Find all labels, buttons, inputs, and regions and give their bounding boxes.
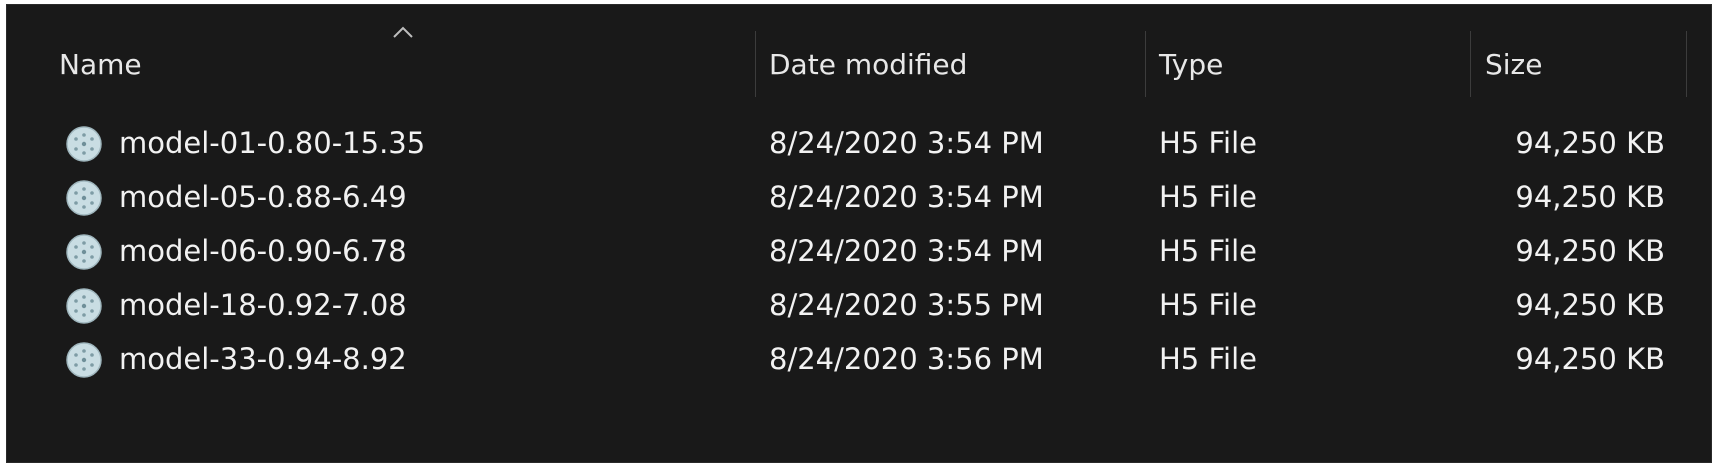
file-type: H5 File [1159,126,1258,160]
h5-file-icon [66,234,102,270]
h5-file-icon [66,288,102,324]
h5-file-icon [66,342,102,378]
file-type: H5 File [1159,342,1258,376]
column-header-date-modified[interactable]: Date modified [769,37,967,97]
column-divider[interactable] [1686,31,1687,97]
file-list-view: Name Date modified Type Size model-01-0.… [6,4,1712,463]
file-row[interactable]: model-33-0.94-8.92 8/24/2020 3:56 PM H5 … [7,331,1711,387]
column-divider[interactable] [1145,31,1146,97]
file-type: H5 File [1159,234,1258,268]
file-size: 94,250 KB [1515,126,1665,160]
h5-file-icon [66,180,102,216]
file-date-modified: 8/24/2020 3:55 PM [769,288,1044,322]
column-header-row: Name Date modified Type Size [7,31,1711,97]
file-name[interactable]: model-06-0.90-6.78 [119,223,407,279]
file-name[interactable]: model-01-0.80-15.35 [119,115,425,171]
file-row[interactable]: model-18-0.92-7.08 8/24/2020 3:55 PM H5 … [7,277,1711,333]
file-row[interactable]: model-06-0.90-6.78 8/24/2020 3:54 PM H5 … [7,223,1711,279]
file-size: 94,250 KB [1515,342,1665,376]
file-name[interactable]: model-05-0.88-6.49 [119,169,407,225]
file-date-modified: 8/24/2020 3:54 PM [769,180,1044,214]
column-divider[interactable] [1470,31,1471,97]
h5-file-icon [66,126,102,162]
file-name[interactable]: model-33-0.94-8.92 [119,331,407,387]
file-size: 94,250 KB [1515,180,1665,214]
file-type: H5 File [1159,288,1258,322]
column-header-type[interactable]: Type [1159,37,1223,97]
file-row[interactable]: model-01-0.80-15.35 8/24/2020 3:54 PM H5… [7,115,1711,171]
file-name[interactable]: model-18-0.92-7.08 [119,277,407,333]
file-date-modified: 8/24/2020 3:56 PM [769,342,1044,376]
file-date-modified: 8/24/2020 3:54 PM [769,234,1044,268]
file-date-modified: 8/24/2020 3:54 PM [769,126,1044,160]
file-row[interactable]: model-05-0.88-6.49 8/24/2020 3:54 PM H5 … [7,169,1711,225]
file-size: 94,250 KB [1515,234,1665,268]
column-header-size[interactable]: Size [1485,37,1542,97]
file-type: H5 File [1159,180,1258,214]
file-size: 94,250 KB [1515,288,1665,322]
column-header-name[interactable]: Name [59,37,142,97]
column-divider[interactable] [755,31,756,97]
